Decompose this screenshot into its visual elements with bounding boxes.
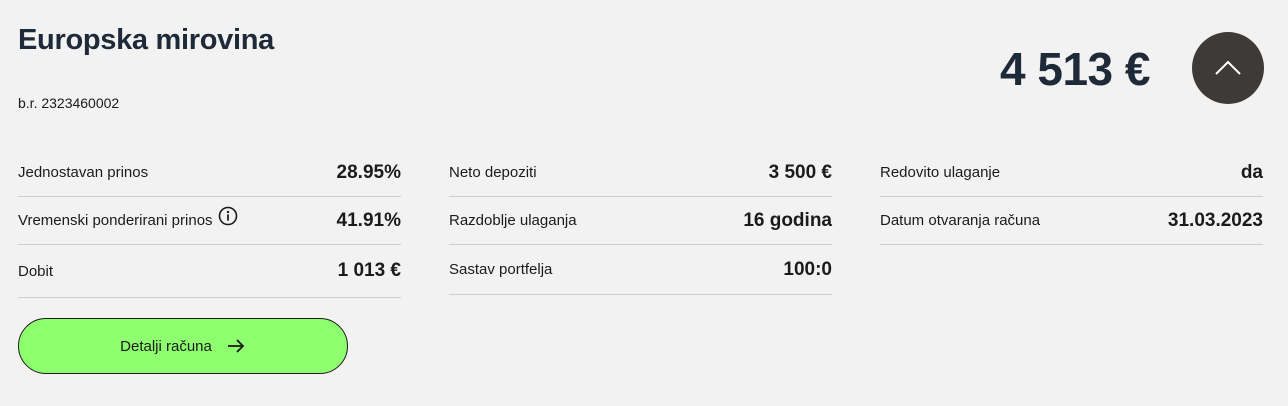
- arrow-right-icon: [226, 338, 246, 354]
- stat-label: Sastav portfelja: [449, 261, 553, 278]
- stats-column-1: Jednostavan prinos 28.95% Vremenski pond…: [18, 149, 401, 298]
- account-card: Europska mirovina b.r. 2323460002 4 513 …: [0, 0, 1288, 406]
- stat-label: Vremenski ponderirani prinos: [18, 212, 213, 229]
- stat-row-investment-period: Razdoblje ulaganja 16 godina: [449, 197, 832, 245]
- stat-label: Jednostavan prinos: [18, 164, 149, 181]
- stat-value: 100:0: [783, 258, 832, 280]
- account-details-label: Detalji računa: [120, 337, 212, 355]
- stat-row-opening-date: Datum otvaranja računa 31.03.2023: [880, 197, 1263, 245]
- stat-row-regular-investing: Redovito ulaganje da: [880, 149, 1263, 197]
- chevron-up-icon: [1215, 60, 1241, 75]
- stat-value: 28.95%: [336, 161, 401, 183]
- stat-label: Razdoblje ulaganja: [449, 212, 577, 229]
- account-title: Europska mirovina: [18, 24, 274, 56]
- stat-value: 16 godina: [743, 209, 832, 231]
- stat-value: 3 500 €: [768, 161, 832, 183]
- stat-value: 31.03.2023: [1167, 209, 1263, 231]
- account-number: b.r. 2323460002: [18, 95, 120, 111]
- stat-label: Dobit: [18, 262, 54, 280]
- stat-label: Datum otvaranja računa: [880, 212, 1041, 229]
- stat-row-net-deposits: Neto depoziti 3 500 €: [449, 149, 832, 197]
- stat-row-portfolio-composition: Sastav portfelja 100:0: [449, 245, 832, 295]
- stats-column-2: Neto depoziti 3 500 € Razdoblje ulaganja…: [449, 149, 832, 295]
- stat-row-simple-return: Jednostavan prinos 28.95%: [18, 149, 401, 197]
- stat-label: Redovito ulaganje: [880, 164, 1001, 181]
- stats-column-3: Redovito ulaganje da Datum otvaranja rač…: [880, 149, 1263, 245]
- info-icon[interactable]: [218, 206, 238, 226]
- stat-row-profit: Dobit 1 013 €: [18, 245, 401, 298]
- account-details-button[interactable]: Detalji računa: [18, 318, 348, 374]
- stat-value: 1 013 €: [337, 260, 401, 281]
- stat-row-time-weighted-return: Vremenski ponderirani prinos 41.91%: [18, 197, 401, 245]
- stat-value: da: [1240, 161, 1263, 183]
- collapse-button[interactable]: [1192, 32, 1264, 104]
- stat-value: 41.91%: [336, 209, 401, 231]
- stat-label: Neto depoziti: [449, 164, 537, 181]
- account-balance: 4 513 €: [1000, 43, 1150, 95]
